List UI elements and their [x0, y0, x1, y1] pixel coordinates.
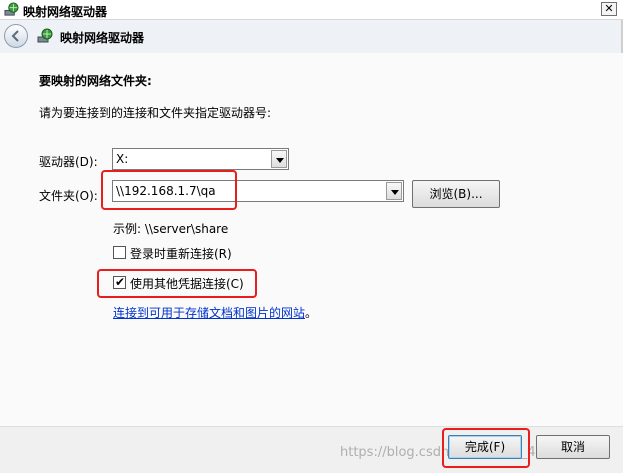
back-arrow-icon	[11, 30, 19, 42]
folder-label: 文件夹(O):	[39, 189, 98, 203]
drive-value: X:	[116, 152, 129, 166]
checkmark-icon: ✔	[115, 275, 126, 289]
folder-highlight	[101, 170, 237, 210]
back-button[interactable]	[4, 24, 28, 48]
cancel-button[interactable]: 取消	[536, 435, 610, 459]
wizard-content: 要映射的网络文件夹: 请为要连接到的连接和文件夹指定驱动器号: 驱动器(D): …	[0, 53, 623, 426]
drive-label: 驱动器(D):	[39, 155, 98, 169]
chevron-down-icon[interactable]	[271, 150, 287, 168]
title-bar: 映射网络驱动器 ✕	[0, 0, 623, 20]
close-button[interactable]: ✕	[601, 2, 617, 16]
close-icon: ✕	[604, 2, 614, 15]
reconnect-checkbox[interactable]	[113, 246, 126, 259]
instruction-text: 请为要连接到的连接和文件夹指定驱动器号:	[39, 106, 272, 120]
nav-bar: 映射网络驱动器	[0, 20, 623, 53]
other-credentials-label: 使用其他凭据连接(C)	[130, 277, 244, 291]
network-drive-icon	[4, 2, 19, 16]
drive-select[interactable]: X:	[112, 148, 289, 170]
wizard-footer: https://blog.csdn.net/weixin_43520779 完成…	[0, 426, 623, 473]
example-text: 示例: \\server\share	[113, 222, 229, 236]
network-drive-icon	[37, 28, 53, 43]
other-credentials-checkbox[interactable]: ✔	[113, 275, 126, 289]
wizard-title: 映射网络驱动器	[60, 31, 145, 45]
website-link[interactable]: 连接到可用于存储文档和图片的网站	[113, 304, 305, 321]
finish-highlight	[442, 428, 530, 468]
window-title: 映射网络驱动器	[23, 5, 108, 19]
reconnect-label: 登录时重新连接(R)	[130, 247, 232, 261]
browse-button[interactable]: 浏览(B)...	[412, 180, 500, 208]
section-heading: 要映射的网络文件夹:	[39, 74, 152, 88]
chevron-down-icon[interactable]	[386, 182, 402, 200]
link-period: 。	[305, 306, 318, 320]
